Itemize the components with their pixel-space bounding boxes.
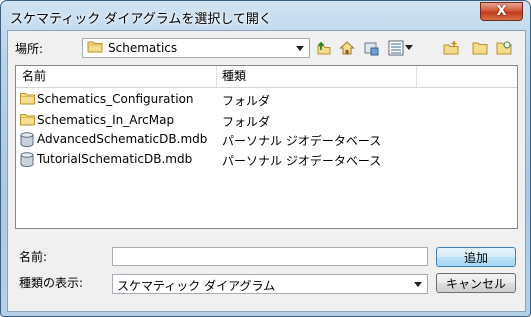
list-item[interactable]: AdvancedSchematicDB.mdb パーソナル ジオデータベース xyxy=(16,129,517,150)
file-name-label: 名前: xyxy=(19,250,48,264)
close-icon: X xyxy=(496,4,507,19)
look-in-value: Schematics xyxy=(108,41,178,55)
item-type: フォルダ xyxy=(222,94,271,108)
connect-to-folder-icon[interactable] xyxy=(361,38,381,58)
view-menu-chevron-icon[interactable] xyxy=(404,38,414,58)
home-icon[interactable] xyxy=(337,38,357,58)
file-type-label: 種類の表示: xyxy=(19,276,84,290)
item-name: AdvancedSchematicDB.mdb xyxy=(37,132,208,146)
folder-icon xyxy=(87,40,103,56)
file-type-value: スケマティック ダイアグラム xyxy=(117,279,276,293)
dialog-title: スケマティック ダイアグラムを選択して開く xyxy=(10,12,272,27)
column-type[interactable]: 種類 xyxy=(216,66,416,87)
item-name: TutorialSchematicDB.mdb xyxy=(37,152,193,166)
column-divider[interactable] xyxy=(416,66,417,87)
add-button[interactable]: 追加 xyxy=(436,247,516,267)
dialog-body: 場所: Schematics 名前 種類 Schematics_Configur… xyxy=(7,30,526,312)
title-bar[interactable]: スケマティック ダイアグラムを選択して開く X xyxy=(1,1,530,31)
dialog-window: スケマティック ダイアグラムを選択して開く X 場所: Schematics 名… xyxy=(0,0,531,317)
list-header: 名前 種類 xyxy=(16,66,517,88)
cancel-button[interactable]: キャンセル xyxy=(436,273,516,293)
item-type: パーソナル ジオデータベース xyxy=(222,134,382,148)
new-folder-icon[interactable] xyxy=(441,38,461,58)
item-name: Schematics_Configuration xyxy=(37,92,194,106)
look-in-label: 場所: xyxy=(15,42,44,56)
chevron-down-icon[interactable] xyxy=(410,276,426,292)
list-item[interactable]: TutorialSchematicDB.mdb パーソナル ジオデータベース xyxy=(16,149,517,170)
column-name[interactable]: 名前 xyxy=(16,66,216,87)
list-item[interactable]: Schematics_In_ArcMap フォルダ xyxy=(16,110,517,131)
chevron-down-icon[interactable] xyxy=(292,40,308,56)
item-type: フォルダ xyxy=(222,115,271,129)
file-list[interactable]: 名前 種類 Schematics_Configuration フォルダ Sche… xyxy=(15,65,518,229)
close-button[interactable]: X xyxy=(480,2,523,21)
item-name: Schematics_In_ArcMap xyxy=(37,113,175,127)
folder-icon xyxy=(20,113,35,129)
folder-icon xyxy=(20,92,35,108)
database-icon xyxy=(20,152,34,170)
look-in-dropdown[interactable]: Schematics xyxy=(82,38,310,58)
list-item[interactable]: Schematics_Configuration フォルダ xyxy=(16,89,517,110)
item-type: パーソナル ジオデータベース xyxy=(222,154,382,168)
folder-icon[interactable] xyxy=(470,38,490,58)
file-name-input[interactable] xyxy=(112,247,428,266)
file-type-dropdown[interactable]: スケマティック ダイアグラム xyxy=(112,274,428,294)
list-view-icon[interactable] xyxy=(386,38,406,58)
catalog-icon[interactable] xyxy=(494,38,514,58)
up-one-level-icon[interactable] xyxy=(314,38,334,58)
database-icon xyxy=(20,132,34,150)
